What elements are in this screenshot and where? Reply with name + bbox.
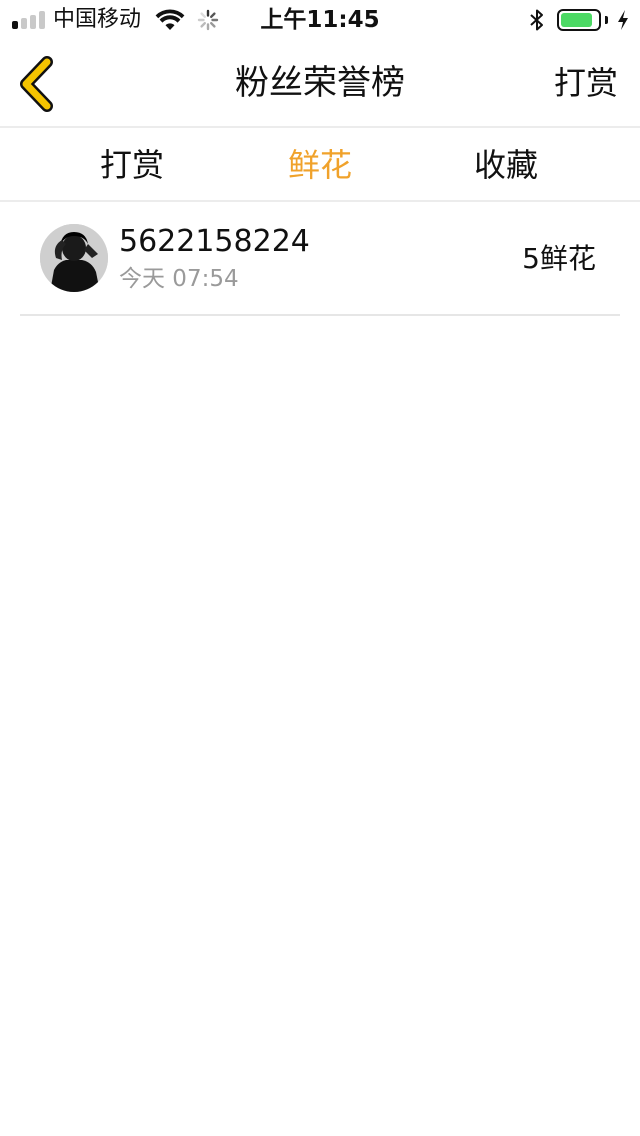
bluetooth-icon — [530, 9, 543, 31]
battery-tip — [605, 16, 608, 24]
user-time: 今天 07:54 — [119, 266, 239, 292]
page-title: 粉丝荣誉榜 — [235, 63, 405, 103]
avatar — [40, 224, 108, 292]
tab-bar: 打赏 鲜花 收藏 — [0, 128, 640, 202]
reward-button[interactable]: 打赏 — [554, 60, 618, 106]
nav-bar: 粉丝荣誉榜 打赏 — [0, 40, 640, 128]
list-item[interactable]: 5622158224 今天 07:54 5鲜花 — [20, 202, 620, 316]
user-name: 5622158224 — [119, 224, 310, 259]
battery-icon — [557, 9, 601, 31]
status-bar: 中国移动 上午11:45 — [0, 0, 640, 40]
fan-list: 5622158224 今天 07:54 5鲜花 — [0, 202, 640, 316]
tab-favorites[interactable]: 收藏 — [474, 144, 538, 186]
avatar-image — [40, 224, 108, 292]
gift-count: 5鲜花 — [522, 242, 596, 275]
chevron-left-icon — [20, 56, 53, 112]
status-right — [529, 6, 630, 34]
tab-flowers[interactable]: 鲜花 — [288, 144, 352, 186]
charging-bolt-icon — [618, 10, 628, 30]
tab-reward[interactable]: 打赏 — [100, 144, 164, 186]
back-button[interactable] — [12, 56, 66, 112]
screen: 中国移动 上午11:45 粉丝荣誉榜 打赏 打赏 鲜花 收藏 562215822… — [0, 0, 640, 1136]
battery-fill — [561, 13, 592, 27]
